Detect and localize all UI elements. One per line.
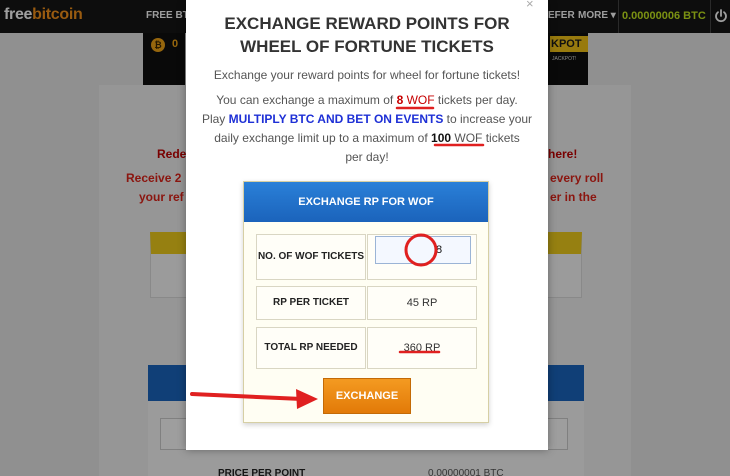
exchange-modal: × EXCHANGE REWARD POINTS FOR WHEEL OF FO… — [186, 0, 548, 450]
daily-value: 100 — [431, 131, 452, 145]
multiply-btc-link[interactable]: MULTIPLY BTC AND BET ON EVENTS — [229, 112, 444, 126]
daily-suffix: tickets — [482, 131, 520, 145]
max-value: 8 — [396, 93, 404, 107]
play-line: Play MULTIPLY BTC AND BET ON EVENTS to i… — [200, 110, 534, 129]
modal-description: Exchange your reward points for wheel fo… — [200, 66, 534, 167]
max-line: You can exchange a maximum of 8 WOF tick… — [200, 91, 534, 110]
rp-per-ticket-value-text: 45 RP — [406, 297, 438, 309]
close-icon[interactable]: × — [526, 0, 534, 11]
total-rp-value: 360 RP — [367, 327, 477, 369]
wof-tickets-input[interactable] — [375, 236, 471, 264]
rp-per-ticket-label: RP PER TICKET — [256, 286, 366, 320]
intro-text: Exchange your reward points for wheel fo… — [213, 68, 521, 82]
exchange-button[interactable]: EXCHANGE — [323, 378, 411, 414]
rp-per-ticket-label-text: RP PER TICKET — [273, 297, 349, 308]
max-wof: WOF — [406, 93, 435, 107]
total-rp-label-text: TOTAL RP NEEDED — [264, 342, 358, 353]
wof-tickets-label-text: NO. OF WOF TICKETS — [257, 251, 365, 262]
wof-tickets-label: NO. OF WOF TICKETS — [256, 234, 366, 280]
per-day-line: per day! — [345, 150, 389, 164]
exchange-box-header: EXCHANGE RP FOR WOF — [244, 182, 488, 222]
exchange-box: EXCHANGE RP FOR WOF NO. OF WOF TICKETS R… — [243, 181, 489, 423]
play-suffix: to increase your — [443, 112, 533, 126]
modal-title: EXCHANGE REWARD POINTS FOR WHEEL OF FORT… — [186, 12, 548, 58]
total-rp-value-text: 360 RP — [403, 342, 441, 354]
modal-title-line2: WHEEL OF FORTUNE TICKETS — [240, 37, 494, 56]
daily-prefix: daily exchange limit up to a maximum of — [214, 131, 432, 145]
daily-wof: WOF — [454, 131, 483, 145]
rp-per-ticket-value: 45 RP — [367, 286, 477, 320]
total-rp-label: TOTAL RP NEEDED — [256, 327, 366, 369]
modal-title-line1: EXCHANGE REWARD POINTS FOR — [224, 14, 510, 33]
play-text: Play — [201, 112, 229, 126]
max-prefix: You can exchange a maximum of — [216, 93, 397, 107]
max-suffix: tickets per day. — [434, 93, 518, 107]
daily-line: daily exchange limit up to a maximum of … — [200, 129, 534, 148]
